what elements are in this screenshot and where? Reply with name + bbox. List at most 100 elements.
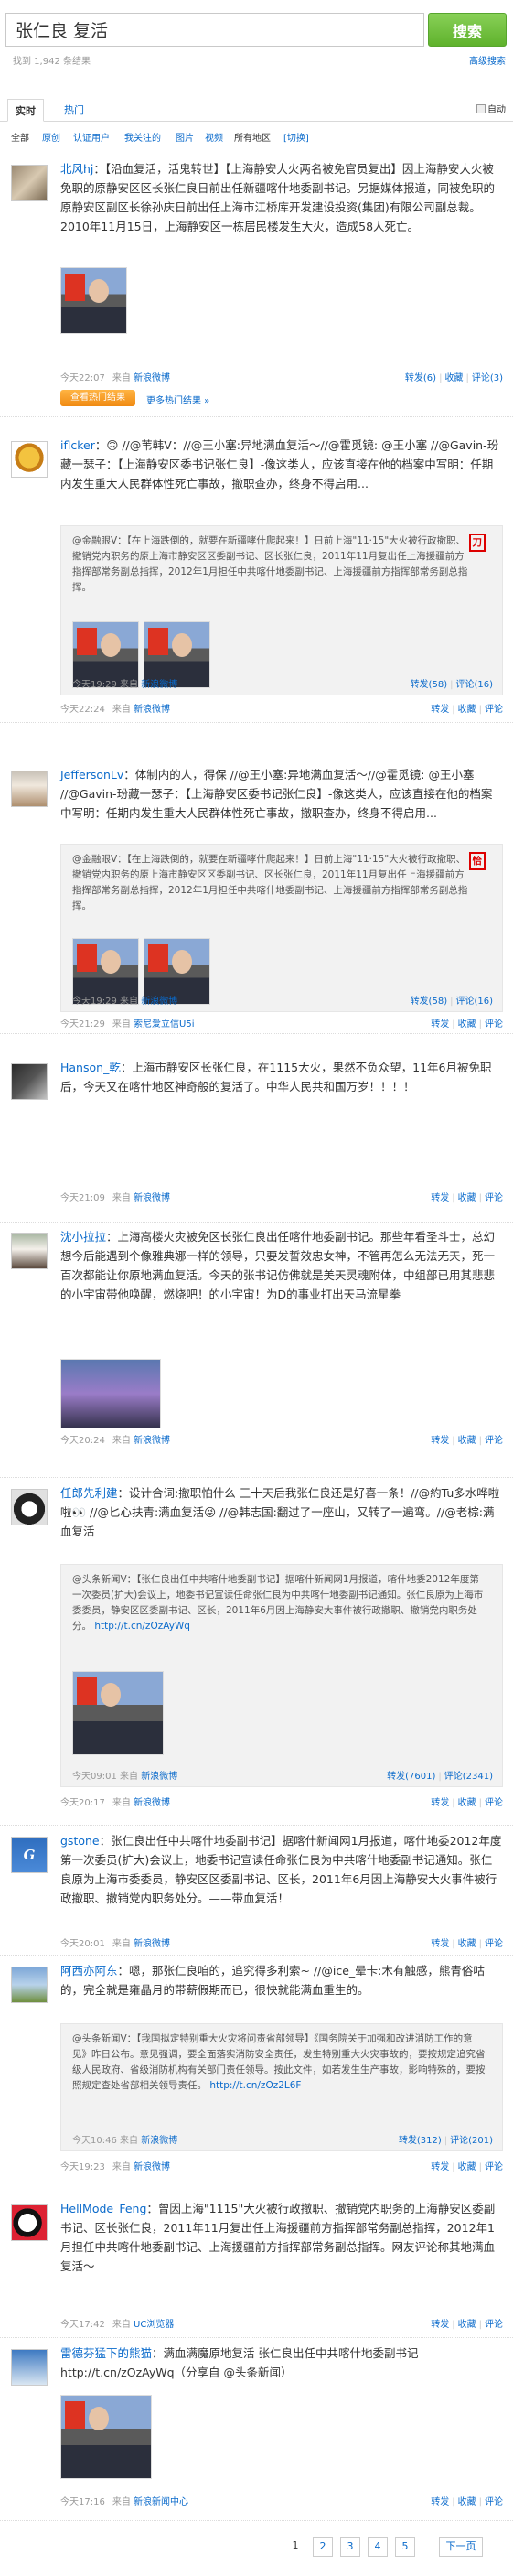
source-link[interactable]: 新浪微博 <box>134 1939 170 1949</box>
favorite-button[interactable]: 收藏 <box>458 2320 476 2330</box>
post-text: gstone：张仁良出任中共喀什地委副书记】据喀什新闻网1月报道，喀什地委201… <box>60 1834 502 1905</box>
repost-button[interactable]: 转发 <box>431 705 449 715</box>
repost-button[interactable]: 转发 <box>431 1193 449 1203</box>
repost-forward-count[interactable]: 转发(7601) <box>387 1772 435 1782</box>
repost-forward-count[interactable]: 转发(312) <box>399 2136 442 2146</box>
page-4[interactable]: 4 <box>368 2537 388 2557</box>
repost-button[interactable]: 转发 <box>431 1798 449 1808</box>
comment-button[interactable]: 评论 <box>485 2162 503 2172</box>
view-hot-button[interactable]: 查看热门结果 <box>60 390 135 406</box>
username[interactable]: 阿西亦阿东 <box>60 1964 118 1978</box>
tab-hot[interactable]: 热门 <box>57 99 91 122</box>
source-link[interactable]: 新浪微博 <box>134 2162 170 2172</box>
post-meta: 今天21:29 来自 索尼爱立信U5i 转发 | 收藏 | 评论 <box>60 1019 503 1029</box>
username[interactable]: 北风hj <box>60 162 93 176</box>
favorite-button[interactable]: 收藏 <box>458 1019 476 1029</box>
short-link[interactable]: http://t.cn/zOz2L6F <box>209 2080 301 2091</box>
filter-all[interactable]: 全部 <box>11 130 29 144</box>
repost-forward-count[interactable]: 转发(58) <box>411 997 448 1007</box>
comment-button[interactable]: 评论(3) <box>472 373 503 383</box>
avatar[interactable] <box>11 2349 48 2386</box>
avatar[interactable] <box>11 1233 48 1269</box>
favorite-button[interactable]: 收藏 <box>458 1939 476 1949</box>
username[interactable]: Hanson_乾 <box>60 1061 121 1074</box>
repost-meta: 今天09:01 来自 新浪微博 转发(7601) | 评论(2341) <box>72 1772 493 1782</box>
comment-button[interactable]: 评论 <box>485 1939 503 1949</box>
comment-button[interactable]: 评论 <box>485 2497 503 2507</box>
favorite-button[interactable]: 收藏 <box>458 1436 476 1446</box>
source-link[interactable]: 新浪微博 <box>134 1193 170 1203</box>
favorite-button[interactable]: 收藏 <box>444 373 463 383</box>
comment-button[interactable]: 评论 <box>485 1436 503 1446</box>
filter-video[interactable]: 视频 <box>205 130 223 144</box>
favorite-button[interactable]: 收藏 <box>458 2162 476 2172</box>
repost-comment-count[interactable]: 评论(201) <box>450 2136 493 2146</box>
post-photo[interactable] <box>60 267 127 334</box>
search-button[interactable]: 搜索 <box>428 13 507 47</box>
search-bar: 搜索 <box>5 13 507 47</box>
avatar[interactable]: G <box>11 1837 48 1873</box>
repost-comment-count[interactable]: 评论(16) <box>455 680 493 690</box>
repost-button[interactable]: 转发 <box>431 1019 449 1029</box>
avatar[interactable] <box>11 771 48 807</box>
avatar[interactable] <box>11 441 48 478</box>
comment-button[interactable]: 评论 <box>485 1019 503 1029</box>
repost-button[interactable]: 转发 <box>431 2497 449 2507</box>
post-photo[interactable] <box>60 2395 152 2479</box>
page-3[interactable]: 3 <box>340 2537 360 2557</box>
avatar[interactable] <box>11 165 48 201</box>
search-input[interactable] <box>5 13 424 47</box>
username[interactable]: HellMode_Feng <box>60 2202 146 2215</box>
repost-text: 恰 @金融眼V：【在上海跌倒的，就要在新疆哮什爬起来！】日前上海"11·15"大火… <box>72 852 486 914</box>
username[interactable]: 沈小拉拉 <box>60 1230 106 1244</box>
comment-button[interactable]: 评论 <box>485 1798 503 1808</box>
avatar[interactable] <box>11 1967 48 2003</box>
source-link[interactable]: 索尼爱立信U5i <box>134 1019 194 1029</box>
favorite-button[interactable]: 收藏 <box>458 705 476 715</box>
source-link[interactable]: 新浪微博 <box>134 705 170 715</box>
short-link[interactable]: http://t.cn/zOzAyWq <box>94 1621 190 1632</box>
username[interactable]: JeffersonLv <box>60 768 123 781</box>
avatar[interactable] <box>11 1489 48 1525</box>
more-hot-link[interactable]: 更多热门结果 » <box>146 393 209 406</box>
advanced-search-link[interactable]: 高级搜索 <box>469 53 506 67</box>
filter-switch[interactable]: [切换] <box>283 130 309 144</box>
filter-image[interactable]: 图片 <box>176 130 194 144</box>
avatar[interactable] <box>11 1063 48 1100</box>
comment-button[interactable]: 评论 <box>485 705 503 715</box>
source-link[interactable]: UC浏览器 <box>134 2320 174 2330</box>
checkbox-icon[interactable] <box>476 104 486 113</box>
source-link[interactable]: 新浪微博 <box>134 373 170 383</box>
username[interactable]: 任郎先利建 <box>60 1486 118 1500</box>
username[interactable]: iflcker <box>60 438 95 452</box>
repost-button[interactable]: 转发 <box>431 2320 449 2330</box>
source-link[interactable]: 新浪微博 <box>134 1436 170 1446</box>
repost-comment-count[interactable]: 评论(16) <box>455 997 493 1007</box>
next-page-button[interactable]: 下一页 <box>439 2537 483 2557</box>
filter-original[interactable]: 原创 <box>42 130 60 144</box>
favorite-button[interactable]: 收藏 <box>458 1193 476 1203</box>
tab-realtime[interactable]: 实时 <box>7 99 44 122</box>
repost-button[interactable]: 转发(6) <box>405 373 436 383</box>
repost-forward-count[interactable]: 转发(58) <box>411 680 448 690</box>
favorite-button[interactable]: 收藏 <box>458 1798 476 1808</box>
repost-comment-count[interactable]: 评论(2341) <box>444 1772 493 1782</box>
repost-photo[interactable] <box>72 1671 164 1755</box>
filter-verified[interactable]: 认证用户 <box>73 130 110 144</box>
post-photo[interactable] <box>60 1359 161 1428</box>
filter-following[interactable]: 我关注的 <box>124 130 161 144</box>
avatar[interactable] <box>11 2204 48 2241</box>
repost-button[interactable]: 转发 <box>431 1939 449 1949</box>
comment-button[interactable]: 评论 <box>485 2320 503 2330</box>
comment-button[interactable]: 评论 <box>485 1193 503 1203</box>
username[interactable]: 雷德芬猛下的熊猫 <box>60 2346 152 2360</box>
auto-refresh-toggle[interactable]: 自动 <box>476 102 506 115</box>
repost-button[interactable]: 转发 <box>431 2162 449 2172</box>
favorite-button[interactable]: 收藏 <box>458 2497 476 2507</box>
page-2[interactable]: 2 <box>313 2537 333 2557</box>
source-link[interactable]: 新浪新闻中心 <box>134 2497 188 2507</box>
source-link[interactable]: 新浪微博 <box>134 1798 170 1808</box>
page-5[interactable]: 5 <box>395 2537 415 2557</box>
repost-button[interactable]: 转发 <box>431 1436 449 1446</box>
username[interactable]: gstone <box>60 1834 100 1848</box>
